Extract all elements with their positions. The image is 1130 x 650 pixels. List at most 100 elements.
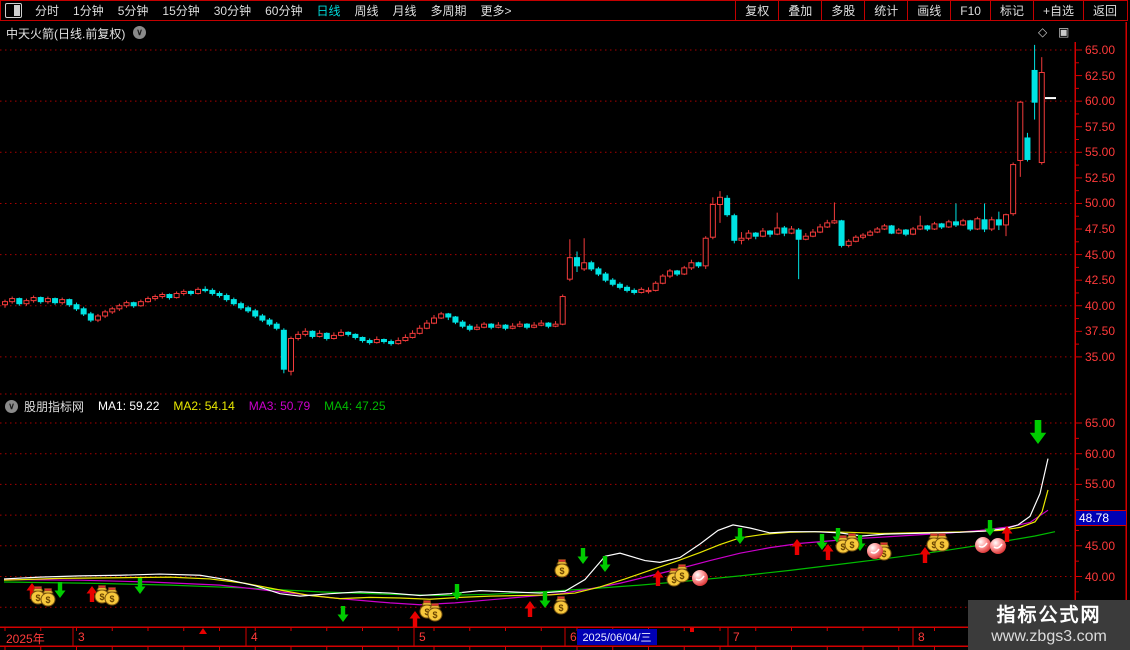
trading-app-window: $ $ $ $ $ $ $ $ $ $ $ $ $ $ $ 分时 1分钟 5分钟 15分钟 30分钟 60分钟 日线 周线… [0,0,1130,650]
sell-arrow-icon [577,548,589,564]
indicator-axis-label: 65.00 [1085,416,1116,430]
toolbar-item-画线[interactable]: 画线 [907,1,950,20]
main-axis-label: 55.00 [1085,145,1116,160]
indicator-header: ∨ 股朋指标网 MA1: 59.22 MA2: 54.14 MA3: 50.79 MA… [0,398,400,414]
title-bar: 中天火箭(日线.前复权) ∨ ◇ ▣ [0,22,1130,42]
candles-layer [2,44,1056,376]
legend-ma1: MA1: 59.22 [98,399,160,413]
svg-text:$: $ [558,603,563,613]
toolbar-item-多周期[interactable]: 多周期 [424,2,474,19]
toolbar-item-标记[interactable]: 标记 [989,1,1033,20]
svg-text:$: $ [679,571,684,581]
sell-arrow-icon [734,528,746,544]
ma-lines-layer [3,458,1056,606]
toolbar-item-叠加[interactable]: 叠加 [778,1,821,20]
main-axis-label: 57.50 [1085,119,1116,134]
main-axis-label: 52.50 [1085,170,1116,185]
time-axis: 2025年 2025/06/04/三 3 4 5 6 7 8 [0,627,1130,650]
svg-text:$: $ [99,592,104,602]
buy-arrow-icon [524,601,536,617]
main-axis-label: 35.00 [1085,349,1116,364]
chevron-down-icon[interactable]: ∨ [5,399,18,413]
sell-arrow-icon [984,520,996,536]
axis-lines-layer [0,22,1127,650]
watermark: 指标公式网 www.zbgs3.com [968,600,1130,650]
sell-arrow-icon [599,556,611,572]
money-bag-icon: $ [844,533,860,552]
svg-text:$: $ [939,540,944,550]
month-label: 8 [918,630,925,644]
sell-arrow-icon [337,606,349,622]
svg-text:$: $ [35,593,40,603]
toolbar-item-日线[interactable]: 日线 [309,2,347,19]
ball-signal-icon [692,570,708,586]
chart-canvas[interactable]: $ $ $ $$ $$$$ $$ $$$ $ [0,0,1130,650]
buy-arrow-icon [791,539,803,555]
gridlines-layer [0,49,1075,608]
legend-ma4: MA4: 47.25 [324,399,386,413]
sell-arrow-icon [54,582,66,598]
indicator-axis-label: 45.00 [1085,538,1116,553]
panel-toggle-icon[interactable]: ▣ [1058,25,1069,39]
indicator-legend: MA1: 59.22 MA2: 54.14 MA3: 50.79 MA4: 47.25 [98,399,400,413]
toolbar-item-1分钟[interactable]: 1分钟 [66,2,111,19]
toolbar-item-返回[interactable]: 返回 [1082,1,1126,20]
period-toolbar-left: 分时 1分钟 5分钟 15分钟 30分钟 60分钟 日线 周线 月线 多周期 更多> [1,1,519,20]
buy-arrow-icon [409,611,421,627]
toolbar-item-30分钟[interactable]: 30分钟 [207,2,258,19]
indicator-axis-label: 40.00 [1085,569,1116,584]
main-axis-label: 37.50 [1085,324,1116,339]
svg-text:$: $ [109,594,114,604]
sell-arrow-icon [1029,420,1047,444]
main-axis-label: 45.00 [1085,247,1116,262]
main-axis-label: 47.50 [1085,222,1116,237]
ball-signal-icon [990,538,1006,554]
month-label: 3 [78,630,85,644]
chevron-down-icon[interactable]: ∨ [133,26,146,39]
toolbar-item-周线[interactable]: 周线 [347,2,385,19]
main-axis-label: 50.00 [1085,196,1116,211]
ball-signal-icon [867,543,883,559]
toolbar-item-15分钟[interactable]: 15分钟 [155,2,206,19]
toolbar-item-分时[interactable]: 分时 [28,2,66,19]
stock-title: 中天火箭(日线.前复权) [6,27,126,41]
month-label: 6 [570,630,577,644]
watermark-url: www.zbgs3.com [991,627,1107,645]
svg-text:$: $ [559,566,564,576]
legend-ma3: MA3: 50.79 [248,399,311,413]
svg-text:$: $ [849,540,854,550]
year-label: 2025年 [6,632,45,646]
indicator-axis-label: 60.00 [1085,446,1116,461]
sell-arrow-icon [134,578,146,594]
main-axis-label: 60.00 [1085,94,1116,109]
toolbar-item-月线[interactable]: 月线 [386,2,424,19]
toolbar-item-5分钟[interactable]: 5分钟 [111,2,156,19]
svg-text:$: $ [45,595,50,605]
indicator-name[interactable]: 股朋指标网 [24,398,84,415]
toolbar-item-+自选[interactable]: +自选 [1032,1,1083,20]
toolbar-item-复权[interactable]: 复权 [735,1,778,20]
crosshair-date-badge: 2025/06/04/三 [577,629,657,645]
main-axis-label: 65.00 [1085,43,1116,57]
money-bag-icon: $ [553,596,569,615]
watermark-title: 指标公式网 [996,604,1102,626]
toolbar-item-60分钟[interactable]: 60分钟 [258,2,309,19]
main-axis-label: 42.50 [1085,273,1116,288]
indicator-axis-label: 55.00 [1085,477,1116,492]
action-toolbar: 复权 叠加 多股 统计 画线 F10 标记 +自选 返回 [735,1,1126,20]
toolbar-item-多股[interactable]: 多股 [821,1,864,20]
toolbar-item-更多>[interactable]: 更多> [474,2,519,19]
diamond-icon[interactable]: ◇ [1038,25,1047,39]
month-label: 7 [733,630,740,644]
toolbar-item-统计[interactable]: 统计 [864,1,907,20]
money-bag-icon: $ [554,559,570,578]
period-toolbar: 分时 1分钟 5分钟 15分钟 30分钟 60分钟 日线 周线 月线 多周期 更多> 复权 叠加 多股统… [0,0,1128,21]
layout-panel-icon[interactable] [5,3,22,18]
current-value-badge: 48.78 [1076,510,1126,526]
legend-ma2: MA2: 54.14 [173,399,235,413]
main-axis-label: 62.50 [1085,68,1116,83]
month-label: 5 [419,630,426,644]
month-label: 4 [251,630,258,644]
ball-signal-icon [975,537,991,553]
toolbar-item-F10[interactable]: F10 [950,1,990,20]
